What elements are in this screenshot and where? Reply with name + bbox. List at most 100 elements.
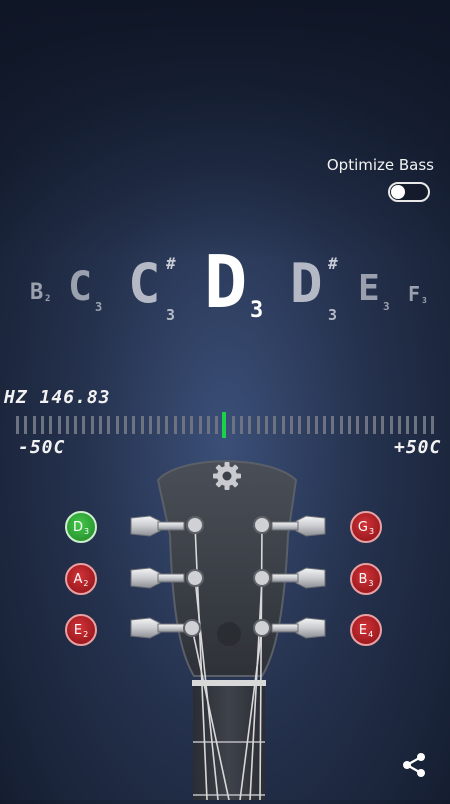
meter-tick xyxy=(356,416,359,434)
string-note: A xyxy=(73,571,83,587)
meter-tick xyxy=(124,416,127,434)
meter-tick xyxy=(257,416,260,434)
meter-tick xyxy=(165,416,168,434)
guitar-headstock: D3 A2 E2 G3 B3 E4 xyxy=(0,450,450,801)
meter-tick xyxy=(49,416,52,434)
note-c3[interactable]: C 3 xyxy=(68,264,102,314)
meter-tick xyxy=(82,416,85,434)
string-note: B xyxy=(358,571,368,587)
note-octave: 3 xyxy=(250,298,264,323)
meter-tick xyxy=(331,416,334,434)
string-button-g3[interactable]: G3 xyxy=(350,511,382,543)
note-letter: D xyxy=(290,252,323,315)
string-note: G xyxy=(357,519,368,535)
frequency-unit: HZ xyxy=(4,387,28,408)
meter-tick xyxy=(340,416,343,434)
meter-tick xyxy=(307,416,310,434)
meter-tick xyxy=(182,416,185,434)
optimize-bass-toggle[interactable] xyxy=(388,182,430,202)
meter-tick xyxy=(390,416,393,434)
meter-tick xyxy=(265,416,268,434)
note-octave: 3 xyxy=(383,300,390,313)
note-d-sharp-3[interactable]: D # 3 xyxy=(290,252,338,324)
meter-tick xyxy=(99,416,102,434)
meter-tick xyxy=(149,416,152,434)
string-octave: 3 xyxy=(83,526,90,536)
note-letter: C xyxy=(68,264,93,310)
string-button-b3[interactable]: B3 xyxy=(350,563,382,595)
note-e3[interactable]: E 3 xyxy=(358,268,390,313)
frequency-readout: HZ 146.83 xyxy=(4,387,111,408)
note-octave: 3 xyxy=(328,306,338,324)
meter-tick xyxy=(33,416,36,434)
meter-tick xyxy=(431,416,434,434)
note-letter: C xyxy=(128,252,161,315)
note-letter: F xyxy=(408,282,421,306)
string-note: D xyxy=(72,519,83,535)
note-octave: 3 xyxy=(95,300,103,314)
meter-tick xyxy=(323,416,326,434)
string-button-d3[interactable]: D3 xyxy=(65,511,97,543)
meter-tick xyxy=(41,416,44,434)
string-button-e2[interactable]: E2 xyxy=(65,614,97,646)
note-d3-selected[interactable]: D 3 xyxy=(204,240,263,324)
meter-tick xyxy=(414,416,417,434)
share-icon[interactable] xyxy=(398,749,430,781)
meter-tick xyxy=(116,416,119,434)
tuning-needle xyxy=(222,412,226,438)
string-button-a2[interactable]: A2 xyxy=(65,563,97,595)
meter-tick xyxy=(174,416,177,434)
meter-tick xyxy=(199,416,202,434)
sharp-sign: # xyxy=(166,254,176,273)
string-octave: 2 xyxy=(83,629,89,639)
note-c-sharp-3[interactable]: C # 3 xyxy=(128,252,176,324)
meter-tick xyxy=(58,416,61,434)
gear-icon[interactable] xyxy=(211,460,243,492)
meter-tick xyxy=(141,416,144,434)
note-octave: 3 xyxy=(422,296,427,305)
meter-tick xyxy=(190,416,193,434)
meter-tick xyxy=(232,416,235,434)
meter-tick xyxy=(398,416,401,434)
meter-tick xyxy=(24,416,27,434)
string-octave: 4 xyxy=(368,629,374,639)
note-letter: B xyxy=(30,280,44,305)
meter-tick xyxy=(132,416,135,434)
note-letter: D xyxy=(204,240,248,324)
cents-meter xyxy=(16,412,434,438)
meter-tick xyxy=(381,416,384,434)
meter-tick xyxy=(406,416,409,434)
meter-tick xyxy=(315,416,318,434)
note-f3[interactable]: F 3 xyxy=(408,282,427,306)
meter-tick xyxy=(248,416,251,434)
meter-tick xyxy=(373,416,376,434)
note-octave: 2 xyxy=(45,294,51,304)
toggle-knob xyxy=(391,185,405,199)
string-button-e4[interactable]: E4 xyxy=(350,614,382,646)
meter-tick xyxy=(298,416,301,434)
background-shade xyxy=(0,0,450,260)
string-note: E xyxy=(358,622,368,638)
meter-tick xyxy=(16,416,19,434)
string-octave: 3 xyxy=(368,578,374,588)
frequency-value: 146.83 xyxy=(39,387,111,408)
note-octave: 3 xyxy=(166,306,176,324)
sharp-sign: # xyxy=(328,254,338,273)
string-note: E xyxy=(73,622,83,638)
meter-tick xyxy=(365,416,368,434)
meter-tick xyxy=(423,416,426,434)
meter-tick xyxy=(240,416,243,434)
meter-tick xyxy=(107,416,110,434)
meter-tick xyxy=(157,416,160,434)
note-letter: E xyxy=(358,268,380,309)
note-carousel: B 2 C 3 C # 3 D 3 D # 3 E 3 F 3 xyxy=(0,240,450,330)
meter-tick xyxy=(290,416,293,434)
meter-tick xyxy=(215,416,218,434)
meter-tick xyxy=(74,416,77,434)
optimize-bass-label: Optimize Bass xyxy=(326,156,434,174)
meter-tick xyxy=(207,416,210,434)
note-b2[interactable]: B 2 xyxy=(30,280,50,305)
meter-tick xyxy=(282,416,285,434)
meter-tick xyxy=(91,416,94,434)
meter-tick xyxy=(273,416,276,434)
